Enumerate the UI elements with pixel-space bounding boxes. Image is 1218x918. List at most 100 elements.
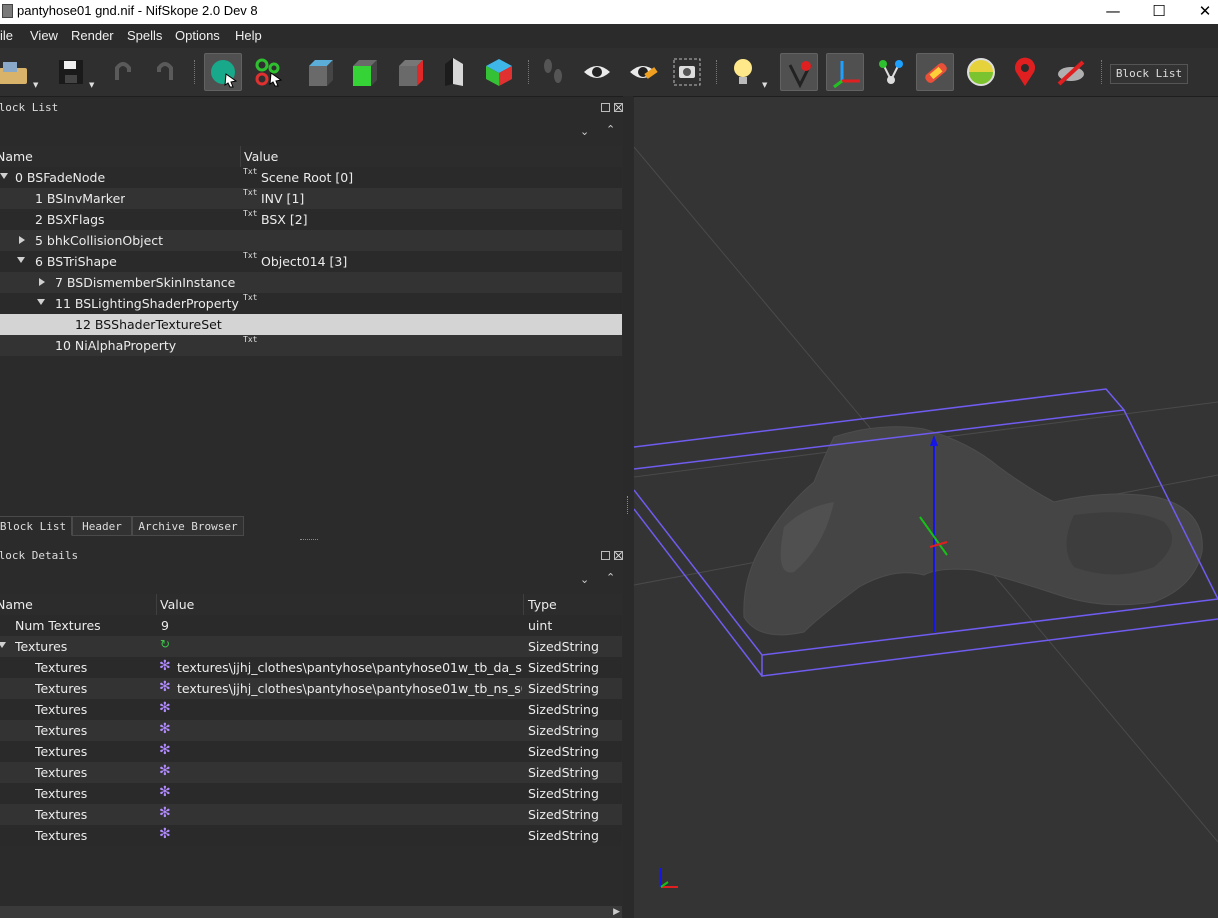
menu-render[interactable]: Render xyxy=(71,28,114,43)
show-nodes-button[interactable] xyxy=(826,53,864,91)
walk-button[interactable] xyxy=(534,53,572,91)
tab-header[interactable]: Header xyxy=(72,516,132,536)
tree-row-bsshadertextureset-selected[interactable]: 12 BSShaderTextureSet xyxy=(0,314,622,335)
select-vertex-button[interactable] xyxy=(250,53,288,91)
block-list-float-icon[interactable] xyxy=(601,103,610,112)
show-furniture-button[interactable] xyxy=(962,53,1000,91)
collapse-all-chevron-icon[interactable]: ⌄ xyxy=(580,573,589,586)
select-object-button[interactable] xyxy=(204,53,242,91)
detail-type: SizedString xyxy=(528,786,599,801)
undo-button[interactable] xyxy=(104,53,142,91)
show-button[interactable] xyxy=(578,53,616,91)
show-connections-button[interactable] xyxy=(872,53,910,91)
show-markers-button[interactable] xyxy=(1006,53,1044,91)
tree-row-bsinvmarker[interactable]: 1 BSInvMarker Txt INV [1] xyxy=(0,188,622,209)
view-side-button[interactable] xyxy=(390,53,428,91)
texture-path-icon: ✻ xyxy=(159,763,171,779)
screenshot-button[interactable] xyxy=(668,53,706,91)
menu-file[interactable]: File xyxy=(0,28,13,43)
block-list-header: Name Value xyxy=(0,146,622,168)
minimize-button[interactable]: — xyxy=(1090,0,1136,24)
scene-canvas[interactable] xyxy=(634,97,1218,918)
scroll-right-arrow-icon[interactable]: ▶ xyxy=(613,907,620,917)
maximize-button[interactable]: ☐ xyxy=(1136,0,1182,24)
expand-arrow-icon[interactable] xyxy=(19,236,25,244)
tree-row-bsfadenode[interactable]: 0 BSFadeNode Txt Scene Root [0] xyxy=(0,167,622,188)
show-havok-button[interactable] xyxy=(916,53,954,91)
walk-icon xyxy=(544,59,562,83)
save-dropdown-icon[interactable]: ▼ xyxy=(89,81,94,89)
view-perspective-button[interactable] xyxy=(480,53,518,91)
render-viewport[interactable] xyxy=(634,97,1218,918)
tree-row-bslightingshaderproperty[interactable]: 11 BSLightingShaderProperty Txt xyxy=(0,293,622,314)
load-button[interactable] xyxy=(0,53,32,91)
column-name-header[interactable]: Name xyxy=(0,149,33,164)
tree-row-bsxflags[interactable]: 2 BSXFlags Txt BSX [2] xyxy=(0,209,622,230)
show-axes-icon xyxy=(788,61,812,89)
lighting-dropdown-icon[interactable]: ▼ xyxy=(762,81,767,89)
expand-arrow-icon[interactable] xyxy=(37,299,45,305)
panel-splitter[interactable] xyxy=(623,96,633,918)
save-button[interactable] xyxy=(52,53,90,91)
column-type-header[interactable]: Type xyxy=(528,597,557,612)
expand-arrow-icon[interactable] xyxy=(0,173,8,179)
menu-view[interactable]: View xyxy=(30,28,58,43)
menu-spells[interactable]: Spells xyxy=(127,28,162,43)
block-details-close-icon[interactable] xyxy=(614,551,623,560)
detail-row-texture[interactable]: Textures ✻ SizedString xyxy=(0,825,622,846)
detail-row-texture[interactable]: Textures ✻ SizedString xyxy=(0,720,622,741)
splitter-grip[interactable] xyxy=(627,496,630,514)
tree-row-bstrishape[interactable]: 6 BSTriShape Txt Object014 [3] xyxy=(0,251,622,272)
toolbar-separator xyxy=(194,60,197,84)
show-axes-button[interactable] xyxy=(780,53,818,91)
block-list-toggle-button[interactable]: Block List xyxy=(1110,64,1188,84)
expand-all-chevron-icon[interactable]: ⌃ xyxy=(606,123,615,136)
detail-type: uint xyxy=(528,618,553,633)
detail-row-texture[interactable]: Textures ✻ SizedString xyxy=(0,699,622,720)
menu-options[interactable]: Options xyxy=(175,28,220,43)
block-details-float-icon[interactable] xyxy=(601,551,610,560)
detail-row-texture[interactable]: Textures ✻ SizedString xyxy=(0,783,622,804)
tree-row-bhkcollisionobject[interactable]: 5 bhkCollisionObject xyxy=(0,230,622,251)
collapse-all-chevron-icon[interactable]: ⌄ xyxy=(580,125,589,138)
detail-value[interactable]: 9 xyxy=(161,618,169,633)
detail-row-texture[interactable]: Textures ✻ SizedString xyxy=(0,804,622,825)
column-name-header[interactable]: Name xyxy=(0,597,33,612)
update-array-icon[interactable]: ↻ xyxy=(160,637,170,651)
tree-row-nialphaproperty[interactable]: 10 NiAlphaProperty Txt xyxy=(0,335,622,356)
detail-row-textures-array[interactable]: Textures ↻ SizedString xyxy=(0,636,622,657)
texture-path-icon: ✻ xyxy=(159,742,171,758)
redo-button[interactable] xyxy=(146,53,184,91)
detail-row-num-textures[interactable]: Num Textures 9 uint xyxy=(0,615,622,636)
detail-row-texture[interactable]: Textures ✻ textures\jjhj_clothes\pantyho… xyxy=(0,678,622,699)
horizontal-scrollbar[interactable]: ▶ xyxy=(0,906,622,918)
close-button[interactable]: ✕ xyxy=(1182,0,1218,24)
expand-arrow-icon[interactable] xyxy=(17,257,25,263)
hide-button[interactable] xyxy=(624,53,662,91)
view-front-button[interactable] xyxy=(300,53,338,91)
detail-row-texture[interactable]: Textures ✻ textures\jjhj_clothes\pantyho… xyxy=(0,657,622,678)
column-value-header[interactable]: Value xyxy=(244,149,278,164)
dock-resize-handle[interactable] xyxy=(300,539,318,542)
expand-arrow-icon[interactable] xyxy=(0,642,6,648)
detail-row-texture[interactable]: Textures ✻ SizedString xyxy=(0,741,622,762)
menu-help[interactable]: Help xyxy=(235,28,262,43)
lighting-button[interactable] xyxy=(724,53,762,91)
column-value-header[interactable]: Value xyxy=(160,597,194,612)
view-flip-button[interactable] xyxy=(434,53,472,91)
expand-arrow-icon[interactable] xyxy=(39,278,45,286)
detail-value[interactable]: textures\jjhj_clothes\pantyhose\pantyhos… xyxy=(177,660,522,675)
window-title: pantyhose01 gnd.nif - NifSkope 2.0 Dev 8 xyxy=(17,3,258,18)
detail-type: SizedString xyxy=(528,828,599,843)
view-top-button[interactable] xyxy=(344,53,382,91)
load-dropdown-icon[interactable]: ▼ xyxy=(33,81,38,89)
show-havok-icon xyxy=(925,63,947,83)
detail-value[interactable]: textures\jjhj_clothes\pantyhose\pantyhos… xyxy=(177,681,522,696)
tree-row-bsdismemberskininstance[interactable]: 7 BSDismemberSkinInstance xyxy=(0,272,622,293)
detail-row-texture[interactable]: Textures ✻ SizedString xyxy=(0,762,622,783)
show-constraints-button[interactable] xyxy=(1052,53,1090,91)
block-list-close-icon[interactable] xyxy=(614,103,623,112)
tab-archive-browser[interactable]: Archive Browser xyxy=(132,516,244,536)
expand-all-chevron-icon[interactable]: ⌃ xyxy=(606,571,615,584)
tab-block-list[interactable]: Block List xyxy=(0,516,72,536)
